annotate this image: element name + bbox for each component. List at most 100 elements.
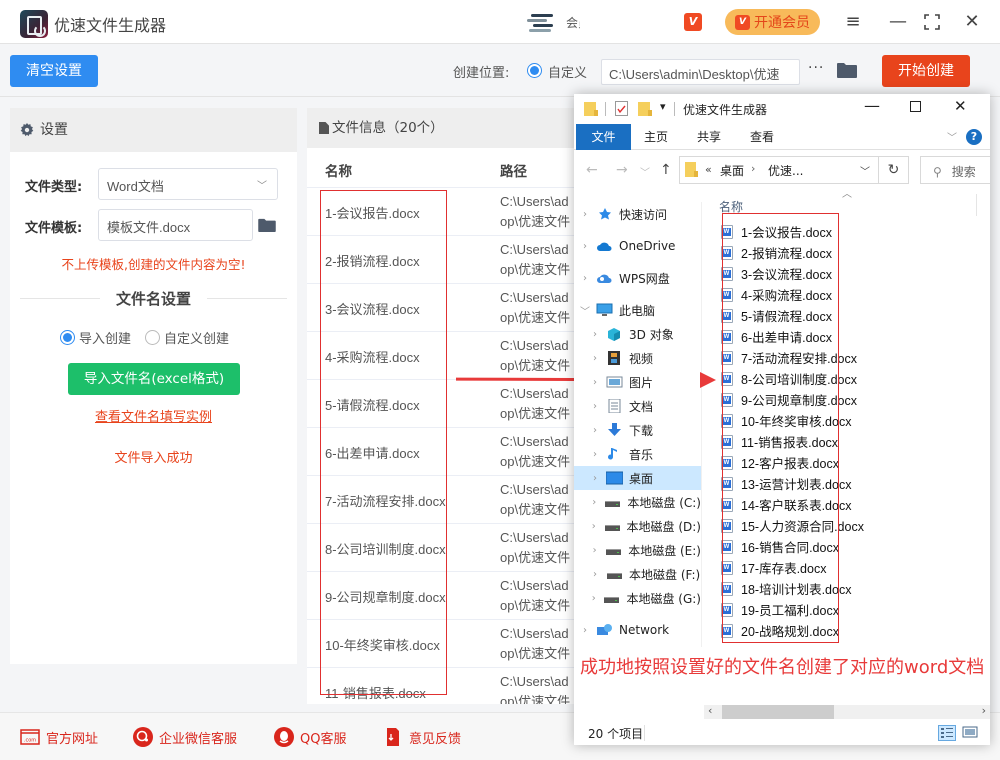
properties-icon[interactable] xyxy=(615,101,629,117)
output-path-input[interactable]: C:\Users\admin\Desktop\优速 xyxy=(601,59,800,85)
mode-import-label: 导入创建 xyxy=(79,332,132,347)
mode-custom-radio[interactable] xyxy=(145,330,161,345)
address-overflow[interactable]: « xyxy=(705,163,712,176)
more-options-button[interactable]: ··· xyxy=(808,60,824,76)
member-text: 会员 xyxy=(566,16,580,30)
close-icon[interactable]: ✕ xyxy=(960,10,984,34)
import-filenames-button[interactable]: 导入文件名(excel格式) xyxy=(68,363,240,395)
chevron-right-icon[interactable]: › xyxy=(588,497,600,508)
nav-item-drive[interactable]: › 本地磁盘 (C:) xyxy=(574,490,701,514)
nav-item-wps-cloud[interactable]: › WPS网盘 xyxy=(574,266,701,290)
nav-item-label: 音乐 xyxy=(629,447,654,462)
vip-icon[interactable]: V xyxy=(684,13,702,31)
chevron-right-icon[interactable]: › xyxy=(578,625,592,636)
recent-dropdown-icon[interactable]: ﹀ xyxy=(640,164,650,179)
details-view-icon[interactable] xyxy=(938,725,956,741)
address-bar[interactable]: « 桌面 › 优速... ﹀ xyxy=(679,156,879,184)
address-dropdown-icon[interactable]: ﹀ xyxy=(860,163,870,178)
fullscreen-icon[interactable] xyxy=(920,10,944,34)
chevron-right-icon[interactable]: › xyxy=(578,273,592,284)
chevron-right-icon[interactable]: › xyxy=(588,545,601,556)
wechat-service-link[interactable]: 企业微信客服 xyxy=(133,727,237,747)
chevron-right-icon[interactable]: › xyxy=(588,473,602,484)
chevron-right-icon[interactable]: › xyxy=(588,401,602,412)
nav-item-network[interactable]: › Network xyxy=(574,618,701,642)
explorer-maximize-icon[interactable] xyxy=(910,101,921,112)
settings-title: 设置 xyxy=(40,122,68,138)
nav-item-label: 3D 对象 xyxy=(629,327,674,342)
chevron-right-icon[interactable]: › xyxy=(588,593,599,604)
sort-ascending-icon: ︿ xyxy=(842,189,852,200)
up-icon[interactable]: ↑ xyxy=(660,162,672,178)
open-vip-button[interactable]: V 开通会员 xyxy=(725,9,820,35)
chevron-right-icon[interactable]: › xyxy=(578,241,592,252)
nav-item-drive[interactable]: › 本地磁盘 (G:) xyxy=(574,586,701,610)
website-link[interactable]: .com 官方网址 xyxy=(20,727,98,747)
nav-item-pc[interactable]: ﹀ 此电脑 xyxy=(574,298,701,322)
scroll-right-icon[interactable]: › xyxy=(982,704,986,717)
location-custom-radio[interactable] xyxy=(527,63,542,78)
clear-settings-button[interactable]: 清空设置 xyxy=(10,55,98,87)
new-folder-icon[interactable] xyxy=(638,101,652,117)
scrollbar-thumb[interactable] xyxy=(722,705,834,719)
file-type-select[interactable]: Word文档 ﹀ xyxy=(98,168,278,200)
search-input[interactable]: ⚲ 搜索 xyxy=(920,156,990,184)
nav-item-desktop[interactable]: › 桌面 xyxy=(574,466,701,490)
forward-icon[interactable]: → xyxy=(616,162,628,178)
nav-item-film[interactable]: › 视频 xyxy=(574,346,701,370)
menu-icon[interactable]: ≡ xyxy=(841,10,865,34)
nav-item-drive[interactable]: › 本地磁盘 (F:) xyxy=(574,562,701,586)
ribbon-expand-icon[interactable]: ﹀ xyxy=(947,129,957,144)
browse-folder-icon[interactable] xyxy=(837,62,857,78)
chevron-right-icon[interactable]: › xyxy=(588,329,602,340)
chevron-right-icon[interactable]: › xyxy=(578,209,592,220)
settings-panel: 设置 文件类型: Word文档 ﹀ 文件模板: 模板文件.docx 不上传模板,… xyxy=(10,108,297,664)
ribbon-tab-home[interactable]: 主页 xyxy=(636,124,676,150)
col-name: 名称 xyxy=(325,164,352,180)
customize-toolbar-icon[interactable]: ▾ xyxy=(660,100,666,113)
nav-item-music[interactable]: › 音乐 xyxy=(574,442,701,466)
feedback-icon xyxy=(387,728,399,746)
mode-import-radio[interactable] xyxy=(60,330,75,345)
help-icon[interactable]: ? xyxy=(966,129,982,145)
template-input[interactable]: 模板文件.docx xyxy=(98,209,253,241)
nav-item-document[interactable]: › 文档 xyxy=(574,394,701,418)
cloud-icon xyxy=(596,239,619,253)
chevron-right-icon[interactable]: › xyxy=(588,449,602,460)
nav-item-download[interactable]: › 下载 xyxy=(574,418,701,442)
folder-icon xyxy=(584,102,598,116)
nav-item-cloud[interactable]: › OneDrive xyxy=(574,234,701,258)
explorer-close-icon[interactable]: ✕ xyxy=(954,97,967,115)
start-create-button[interactable]: 开始创建 xyxy=(882,55,970,87)
ribbon-tab-file[interactable]: 文件 xyxy=(576,124,631,150)
view-example-link[interactable]: 查看文件名填写实例 xyxy=(10,406,297,425)
gear-icon xyxy=(20,123,34,137)
item-count: 20 个项目 xyxy=(588,727,644,741)
scroll-left-icon[interactable]: ‹ xyxy=(708,704,712,717)
back-icon[interactable]: ← xyxy=(586,162,598,178)
filename-section-title: 文件名设置 xyxy=(115,290,191,308)
nav-item-cube[interactable]: › 3D 对象 xyxy=(574,322,701,346)
chevron-right-icon[interactable]: › xyxy=(588,569,602,580)
chevron-right-icon[interactable]: › xyxy=(588,521,600,532)
chevron-right-icon[interactable]: › xyxy=(588,353,602,364)
ribbon-tab-view[interactable]: 查看 xyxy=(742,124,782,150)
chevron-right-icon[interactable]: › xyxy=(588,425,602,436)
crumb-desktop[interactable]: 桌面 xyxy=(720,162,744,179)
qq-service-link[interactable]: QQ客服 xyxy=(274,727,346,747)
ribbon-tab-share[interactable]: 共享 xyxy=(689,124,729,150)
large-icons-view-icon[interactable] xyxy=(962,725,980,741)
horizontal-scrollbar[interactable]: ‹ › xyxy=(704,704,990,719)
nav-item-drive[interactable]: › 本地磁盘 (D:) xyxy=(574,514,701,538)
nav-item-drive[interactable]: › 本地磁盘 (E:) xyxy=(574,538,701,562)
feedback-link[interactable]: 意见反馈 xyxy=(383,727,461,747)
explorer-minimize-icon[interactable]: — xyxy=(864,96,880,115)
crumb-folder[interactable]: 优速... xyxy=(768,162,803,179)
template-folder-icon[interactable] xyxy=(258,218,276,236)
refresh-icon[interactable]: ↻ xyxy=(879,156,909,184)
nav-item-picture[interactable]: › 图片 xyxy=(574,370,701,394)
chevron-right-icon[interactable]: › xyxy=(588,377,602,388)
nav-item-star[interactable]: › 快速访问 xyxy=(574,202,701,226)
chevron-down-icon[interactable]: ﹀ xyxy=(578,303,592,318)
minimize-icon[interactable]: — xyxy=(886,10,910,34)
